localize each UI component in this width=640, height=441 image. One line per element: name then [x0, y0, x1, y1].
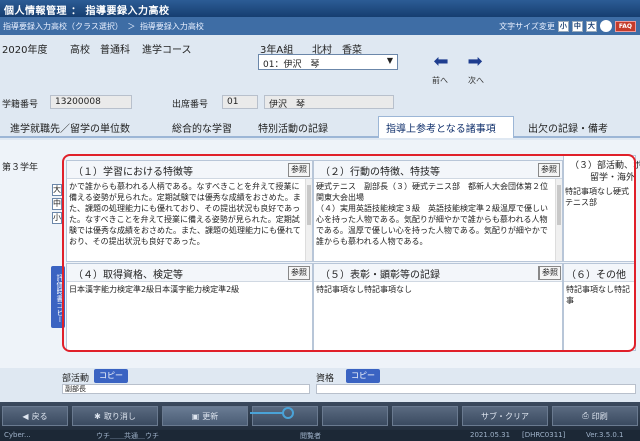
school-type: 高校	[70, 45, 90, 56]
tab-guidance-notes[interactable]: 指導上参考となる諸事項	[386, 120, 496, 135]
next-label[interactable]: 次へ	[468, 75, 484, 86]
font-size-small-button[interactable]: 小	[557, 20, 569, 32]
status-user: ウチ＿＿共通＿ウチ	[96, 432, 159, 440]
bottom-toolbar: ◀ 戻る ✱ 取り消し ▣ 更新 サブ・クリア ⎙ 印刷	[0, 402, 640, 430]
back-button[interactable]: ◀ 戻る	[2, 406, 68, 426]
status-app: Cyber...	[4, 431, 31, 439]
print-label: 印刷	[591, 411, 608, 421]
club-copy-button[interactable]: コピー	[94, 369, 128, 383]
back-arrow-icon: ◀	[22, 411, 29, 421]
qualification-copy-button[interactable]: コピー	[346, 369, 380, 383]
text-size-large-button[interactable]: 大	[52, 184, 62, 196]
school-year: 2020年度	[2, 45, 48, 56]
course-type: 普通科	[100, 45, 130, 56]
lower-copy-row: 部活動 コピー 資格 コピー 副部長	[0, 368, 640, 394]
title-bar: 個人情報管理 ： 指導要録入力高校	[0, 0, 640, 17]
tab-special-activities[interactable]: 特別活動の記録	[258, 120, 328, 135]
tab-integrated-study[interactable]: 総合的な学習	[172, 120, 232, 135]
breadcrumb-item-current: 指導要録入力高校	[139, 22, 204, 31]
student-select[interactable]: 01：伊沢 琴 ▼	[258, 54, 398, 70]
toolbar-button-6[interactable]	[392, 406, 458, 426]
save-icon: ▣	[191, 411, 200, 421]
undo-button[interactable]: ✱ 取り消し	[72, 406, 158, 426]
text-size-medium-button[interactable]: 中	[52, 198, 62, 210]
printer-icon: ⎙	[582, 411, 589, 420]
student-id-row: 学籍番号 13200008 出席番号 01 伊沢 琴	[0, 93, 640, 113]
undo-icon: ✱	[94, 411, 101, 421]
student-name-value: 伊沢 琴	[264, 95, 394, 110]
faq-button[interactable]: FAQ	[614, 20, 636, 32]
club-text-box[interactable]: 副部長	[62, 384, 310, 394]
circle-icon[interactable]	[599, 20, 612, 32]
status-screen-code: [DHRC0311]	[522, 431, 566, 439]
progress-indicator	[250, 407, 294, 419]
course-name: 進学コース	[142, 45, 192, 56]
status-bar: Cyber... ウチ＿＿共通＿ウチ 閲覧者 2021.05.31 [DHRC0…	[0, 430, 640, 441]
tab-attendance[interactable]: 出欠の記録・備考	[528, 120, 608, 135]
breadcrumb-separator: ＞	[127, 22, 136, 31]
toolbar-button-5[interactable]	[322, 406, 388, 426]
tab-bar: 進学就職先／留学の単位数 総合的な学習 特別活動の記録 指導上参考となる諸事項 …	[0, 116, 640, 138]
grade-label: 第３学年	[2, 163, 39, 173]
club-label: 部活動	[62, 374, 90, 384]
student-id-value: 13200008	[50, 95, 132, 109]
font-size-label: 文字サイズ変更	[499, 21, 555, 31]
text-size-small-button[interactable]: 小	[52, 212, 62, 224]
undo-label: 取り消し	[103, 411, 136, 421]
font-size-medium-button[interactable]: 中	[571, 20, 583, 32]
highlight-frame	[62, 154, 636, 352]
student-select-value: 01：伊沢 琴	[263, 60, 320, 70]
sub-clear-button[interactable]: サブ・クリア	[462, 406, 548, 426]
student-header: 2020年度 高校 普通科 進学コース 3年A組 北村 香菜 01：伊沢 琴 ▼…	[0, 35, 640, 93]
prev-label[interactable]: 前へ	[432, 75, 448, 86]
seat-number-label: 出席番号	[172, 100, 209, 110]
tab-career[interactable]: 進学就職先／留学の単位数	[10, 120, 130, 135]
update-label: 更新	[202, 411, 219, 421]
app-title: 個人情報管理 ： 指導要録入力高校	[4, 6, 170, 17]
next-arrow-icon[interactable]: ➡	[463, 53, 487, 73]
font-size-large-button[interactable]: 大	[585, 20, 597, 32]
sub-clear-label: サブ・クリア	[481, 411, 529, 421]
update-button[interactable]: ▣ 更新	[162, 406, 248, 426]
breadcrumb-item-class-select[interactable]: 指導要録入力高校（クラス選択）	[3, 22, 123, 31]
seat-number-value: 01	[222, 95, 258, 109]
back-label: 戻る	[31, 411, 48, 421]
student-id-label: 学籍番号	[2, 100, 39, 110]
status-role: 閲覧者	[300, 432, 321, 440]
status-date: 2021.05.31	[470, 431, 511, 439]
prev-arrow-icon[interactable]: ⬅	[429, 53, 453, 73]
chevron-down-icon: ▼	[386, 56, 393, 65]
status-version: Ver.3.5.0.1	[586, 431, 624, 439]
qualification-text-box[interactable]	[316, 384, 636, 394]
qualification-label: 資格	[316, 374, 335, 384]
breadcrumb: 指導要録入力高校（クラス選択） ＞ 指導要録入力高校 文字サイズ変更 小 中 大…	[0, 17, 640, 35]
print-button[interactable]: ⎙ 印刷	[552, 406, 638, 426]
